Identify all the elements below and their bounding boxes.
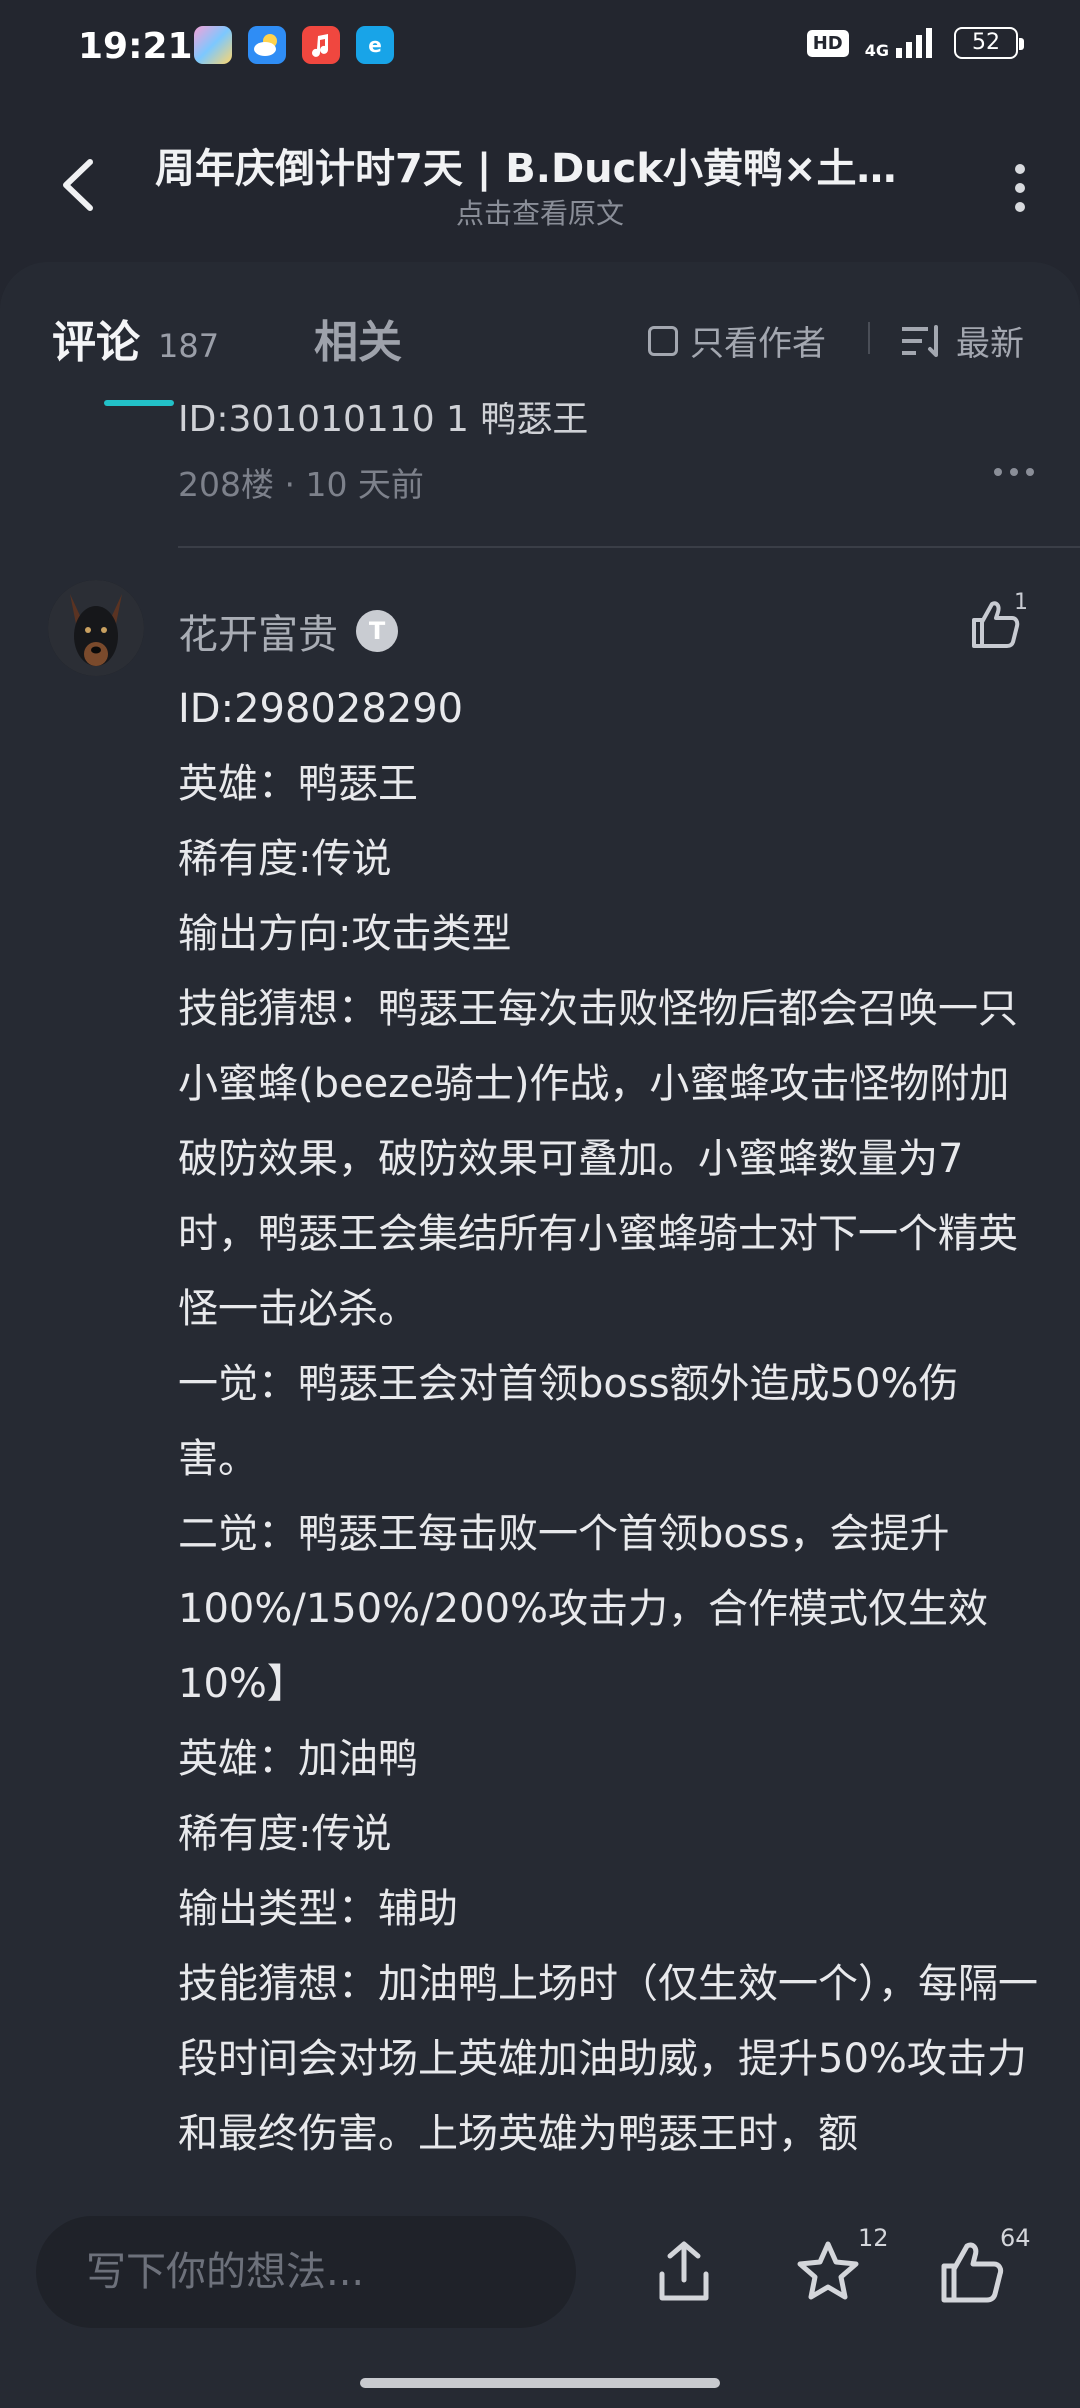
- comment-line: ID:298028290: [178, 686, 464, 732]
- dog-avatar-icon: [48, 580, 144, 676]
- weather-app-icon: [248, 26, 286, 64]
- network-type: 4G: [864, 41, 889, 60]
- comments-count: 187: [158, 327, 220, 365]
- author-only-label: 只看作者: [690, 324, 826, 364]
- more-options-button[interactable]: [1000, 158, 1040, 218]
- music-app-icon: [302, 26, 340, 64]
- tab-comments-label: 评论: [52, 317, 140, 368]
- view-original-link[interactable]: 点击查看原文: [0, 192, 1080, 232]
- previous-comment-meta: 208楼 · 10 天前: [178, 465, 424, 504]
- home-indicator[interactable]: [360, 2378, 720, 2388]
- comment-like-count: 1: [1014, 590, 1028, 615]
- bottom-action-bar: 写下你的想法... 12 64: [0, 2172, 1080, 2364]
- comment-line: 输出方向:攻击类型: [178, 911, 512, 957]
- more-dot-icon: [1015, 164, 1025, 174]
- username: 花开富贵: [178, 612, 338, 658]
- comment-input[interactable]: 写下你的想法...: [36, 2216, 576, 2328]
- svg-text:e: e: [368, 33, 382, 57]
- share-icon: [659, 2241, 709, 2301]
- article-header: 周年庆倒计时7天 | B.Duck小黄鸭×土豆... 点击查看原文: [0, 110, 1080, 250]
- more-dot-icon: [1026, 468, 1034, 476]
- browser-app-icon: e: [356, 26, 394, 64]
- tabbar-divider: [868, 322, 870, 354]
- status-bar: 19:21 e HD 4G 52: [0, 0, 1080, 100]
- comment-line: 英雄：加油鸭: [178, 1736, 418, 1782]
- tab-related[interactable]: 相关: [314, 306, 402, 370]
- comment-body: ID:298028290 英雄：鸭瑟王 稀有度:传说 输出方向:攻击类型 技能猜…: [178, 672, 1038, 2172]
- tab-comments[interactable]: 评论 187: [52, 306, 219, 370]
- share-button[interactable]: [648, 2236, 720, 2308]
- more-dot-icon: [994, 468, 1002, 476]
- game-app-icon: [194, 26, 232, 64]
- sort-icon: [902, 324, 938, 357]
- more-dot-icon: [1010, 468, 1018, 476]
- comment-line: 技能猜想：鸭瑟王每次击败怪物后都会召唤一只小蜜蜂(beeze骑士)作战，小蜜蜂攻…: [178, 986, 1018, 1332]
- status-indicators: HD 4G 52: [806, 26, 1024, 60]
- battery-icon: 52: [954, 27, 1024, 59]
- comments-tabbar: 评论 187 相关 只看作者 最新: [0, 262, 1080, 406]
- active-tab-indicator: [104, 400, 174, 406]
- avatar[interactable]: [48, 580, 144, 676]
- sort-button[interactable]: 最新: [900, 316, 1024, 365]
- comment-line: 一觉：鸭瑟王会对首领boss额外造成50%伤害。: [178, 1361, 959, 1482]
- comment-line: 二觉：鸭瑟王每击败一个首领boss，会提升100%/150%/200%攻击力，合…: [178, 1511, 989, 1707]
- user-level-badge: T: [356, 610, 398, 652]
- previous-comment-more-button[interactable]: [994, 468, 1034, 476]
- article-title[interactable]: 周年庆倒计时7天 | B.Duck小黄鸭×土豆...: [155, 136, 915, 194]
- notification-icons: e: [194, 26, 394, 64]
- comment-author[interactable]: 花开富贵 T: [178, 602, 398, 660]
- favorite-count: 12: [858, 2224, 889, 2252]
- status-time: 19:21: [78, 26, 193, 67]
- checkbox-icon: [648, 325, 678, 356]
- favorite-button[interactable]: [792, 2236, 864, 2308]
- more-dot-icon: [1015, 183, 1025, 193]
- comment-line: 技能猜想：加油鸭上场时（仅生效一个），每隔一段时间会对场上英雄加油助威，提升50…: [178, 1961, 1038, 2157]
- thumbs-up-icon: [941, 2242, 1004, 2303]
- like-count: 64: [1000, 2224, 1031, 2252]
- star-icon: [797, 2241, 859, 2300]
- comments-panel: 评论 187 相关 只看作者 最新 ID:301010110 1 鸭瑟王 208…: [0, 262, 1080, 2408]
- sort-label: 最新: [956, 324, 1024, 364]
- comment-line: 输出类型：辅助: [178, 1886, 458, 1932]
- author-only-filter[interactable]: 只看作者: [648, 316, 826, 365]
- hd-badge: HD: [806, 29, 849, 57]
- more-dot-icon: [1015, 202, 1025, 212]
- like-button[interactable]: [936, 2236, 1008, 2308]
- comment-line: 稀有度:传说: [178, 1811, 392, 1857]
- comment-divider: [178, 546, 1080, 548]
- comment-line: 英雄：鸭瑟王: [178, 761, 418, 807]
- comment-line: 稀有度:传说: [178, 836, 392, 882]
- signal-icon: 4G: [865, 26, 938, 60]
